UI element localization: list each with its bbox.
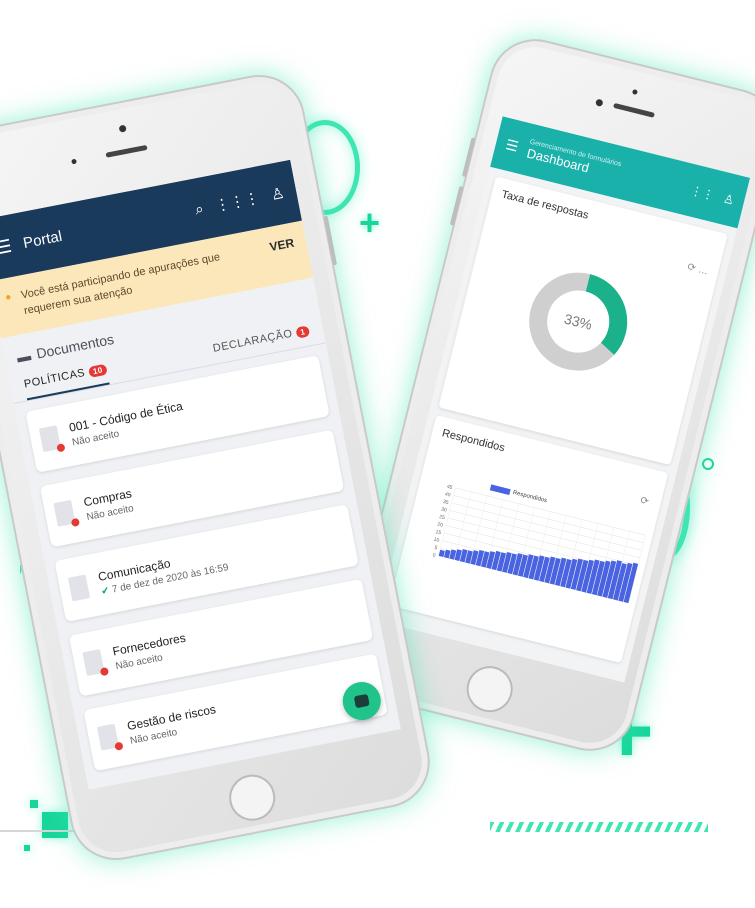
- document-icon: [53, 499, 81, 528]
- volume-button: [461, 137, 476, 178]
- decor-plus-icon: +: [359, 202, 381, 243]
- speaker: [612, 102, 655, 118]
- front-camera: [118, 124, 127, 133]
- sensor-dot: [631, 88, 638, 96]
- refresh-icon[interactable]: ⟳: [639, 495, 650, 508]
- count-badge: 10: [87, 363, 108, 378]
- not-accepted-icon: [114, 741, 124, 751]
- page-title: Portal: [21, 227, 64, 252]
- decor-square: [30, 800, 38, 808]
- y-tick-label: 40: [444, 491, 451, 498]
- apps-icon[interactable]: ⋮⋮: [689, 183, 716, 202]
- speaker: [104, 144, 148, 158]
- volume-button: [449, 185, 464, 226]
- user-icon[interactable]: ♙: [722, 191, 736, 207]
- y-tick-label: 25: [439, 514, 446, 521]
- home-button[interactable]: [224, 770, 279, 825]
- document-icon: [96, 723, 124, 751]
- menu-icon[interactable]: ☰: [0, 235, 14, 259]
- count-badge: 1: [295, 324, 311, 339]
- front-camera: [595, 98, 604, 107]
- donut-chart: 33%: [510, 255, 645, 393]
- document-icon: [67, 574, 91, 602]
- not-accepted-icon: [56, 443, 66, 453]
- refresh-icon[interactable]: ⟳: [686, 262, 697, 275]
- y-tick-label: 35: [442, 499, 449, 506]
- dashboard-screen: ☰ Gerenciamento de formulários Dashboard…: [376, 116, 751, 683]
- document-icon: [82, 649, 110, 677]
- card-tools: ⟳ …: [686, 262, 709, 278]
- y-tick-label: 20: [437, 522, 444, 529]
- portal-screen: ☰ Portal ⌕ ⋮⋮⋮ ♙ ● Você está participand…: [0, 159, 401, 790]
- not-accepted-icon: [99, 666, 110, 677]
- y-tick-label: 0: [432, 552, 436, 559]
- menu-icon[interactable]: ☰: [504, 136, 520, 156]
- power-button: [323, 215, 338, 266]
- warning-icon: ●: [4, 291, 13, 304]
- document-icon: [38, 425, 66, 453]
- donut-percent-label: 33%: [562, 310, 594, 333]
- decor-circle: [702, 458, 714, 470]
- document-list: 001 - Código de Ética Não aceito Compras…: [14, 343, 401, 789]
- not-accepted-icon: [70, 517, 81, 528]
- y-tick-label: 15: [435, 529, 442, 536]
- y-tick-label: 10: [433, 537, 440, 544]
- y-tick-label: 45: [446, 484, 453, 491]
- check-circle-icon: ✔: [100, 585, 111, 598]
- search-icon[interactable]: ⌕: [193, 200, 204, 218]
- robot-icon: [353, 693, 370, 709]
- briefcase-icon: ▬: [15, 347, 33, 366]
- user-icon[interactable]: ♙: [269, 184, 286, 204]
- tab-label: DECLARAÇÃO: [211, 327, 294, 355]
- view-button[interactable]: VER: [268, 235, 295, 255]
- apps-icon[interactable]: ⋮⋮⋮: [213, 188, 261, 214]
- responded-bar-chart: 051015202530354045: [432, 484, 646, 604]
- decor-square: [24, 845, 30, 851]
- y-tick-label: 30: [440, 506, 447, 513]
- response-rate-card: Taxa de respostas ⟳ … 33%: [438, 176, 728, 466]
- sensor-dot: [71, 158, 77, 165]
- tab-label: POLÍTICAS: [23, 366, 87, 391]
- decor-square: [42, 812, 68, 838]
- bar: [443, 549, 451, 559]
- more-icon[interactable]: …: [697, 264, 709, 277]
- phone-portal: ☰ Portal ⌕ ⋮⋮⋮ ♙ ● Você está participand…: [0, 67, 438, 868]
- home-button[interactable]: [461, 661, 518, 717]
- y-tick-label: 5: [434, 545, 438, 552]
- decor-dashes: [490, 822, 708, 832]
